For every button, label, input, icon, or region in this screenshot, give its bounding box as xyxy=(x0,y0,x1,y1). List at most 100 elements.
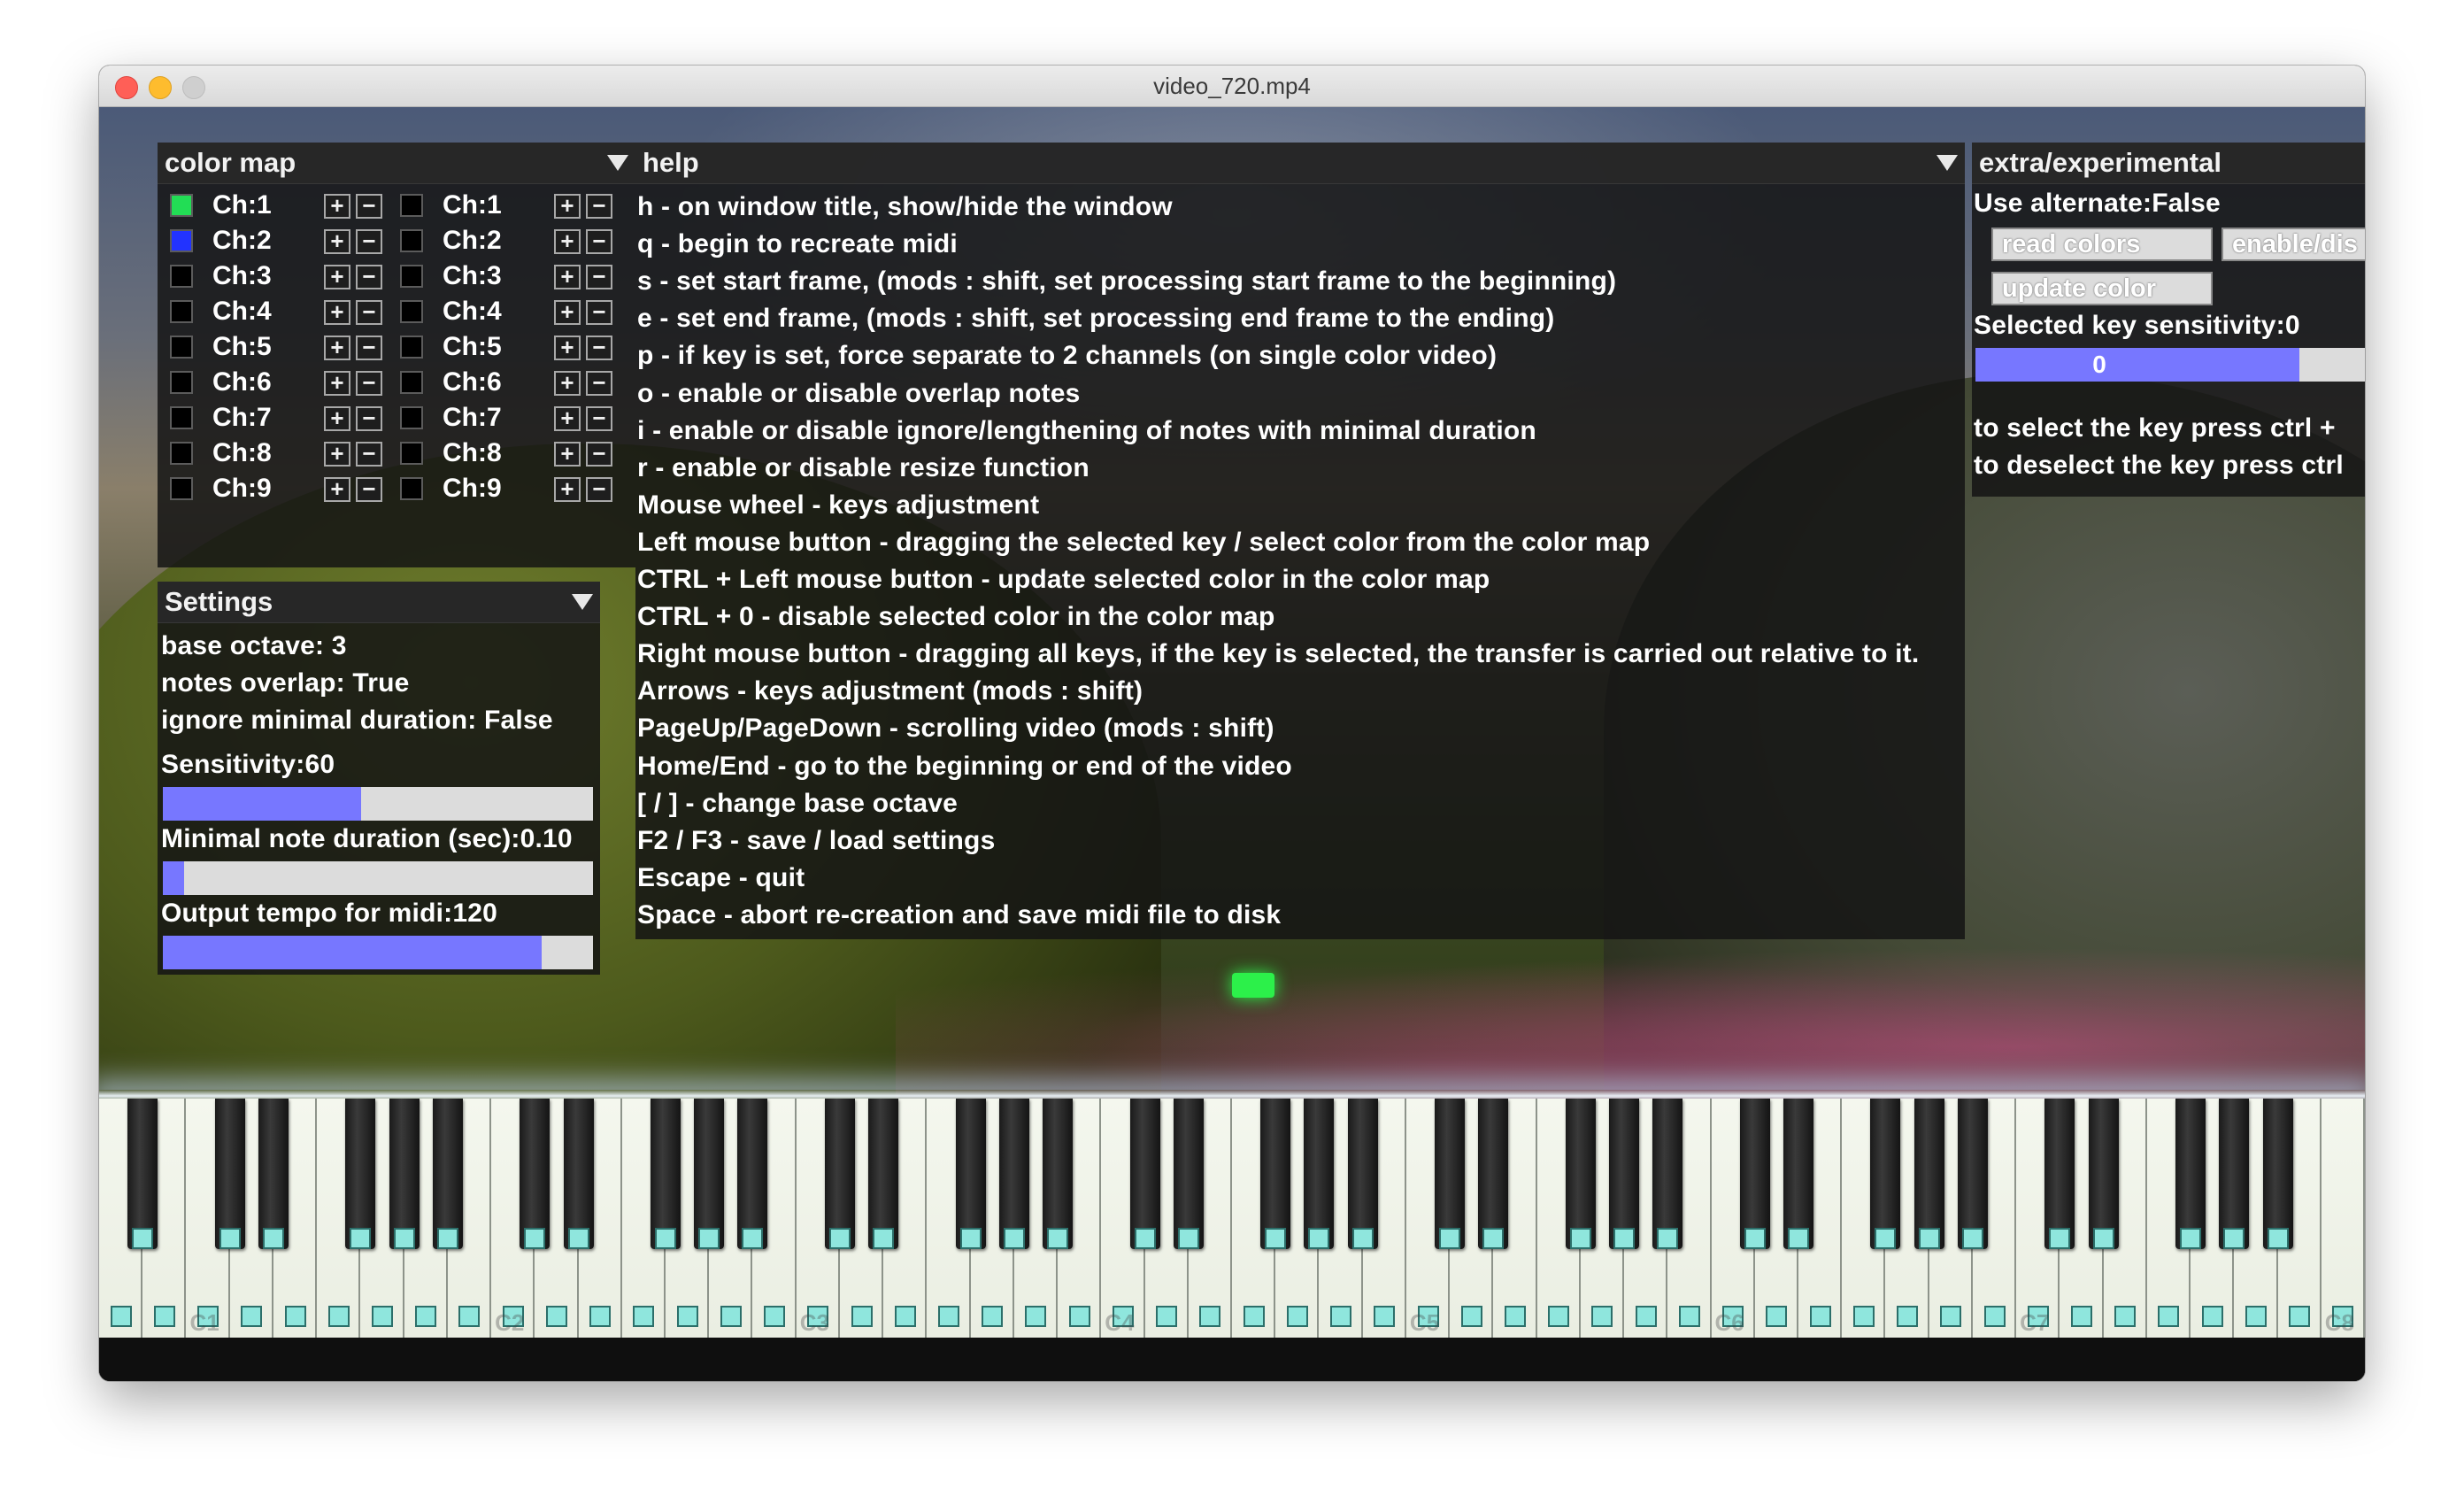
black-key-marker[interactable] xyxy=(219,1228,241,1249)
white-key-marker[interactable] xyxy=(1940,1306,1962,1327)
white-key-marker[interactable] xyxy=(458,1306,481,1327)
white-key-marker[interactable] xyxy=(1374,1306,1396,1327)
tempo-slider[interactable] xyxy=(163,936,593,969)
black-key-marker[interactable] xyxy=(959,1228,982,1249)
update-color-button[interactable]: update color xyxy=(1991,272,2213,305)
channel-color-swatch[interactable] xyxy=(170,300,193,323)
key-sensitivity-slider[interactable]: 0 xyxy=(1975,348,2365,382)
black-key-marker[interactable] xyxy=(262,1228,284,1249)
black-key-marker[interactable] xyxy=(1134,1228,1156,1249)
white-key-marker[interactable] xyxy=(1809,1306,1831,1327)
black-key-marker[interactable] xyxy=(1569,1228,1591,1249)
white-key-marker[interactable] xyxy=(982,1306,1004,1327)
channel-plus-button[interactable]: + xyxy=(324,229,350,254)
black-key[interactable] xyxy=(1870,1099,1901,1249)
channel-plus-button[interactable]: + xyxy=(554,194,581,219)
white-key-marker[interactable] xyxy=(1156,1306,1178,1327)
black-key-marker[interactable] xyxy=(1482,1228,1505,1249)
channel-minus-button[interactable]: − xyxy=(356,406,382,431)
channel-color-swatch[interactable] xyxy=(170,265,193,288)
channel-minus-button[interactable]: − xyxy=(356,442,382,467)
channel-color-swatch[interactable] xyxy=(170,371,193,394)
white-key-marker[interactable] xyxy=(720,1306,742,1327)
settings-header[interactable]: Settings xyxy=(158,582,600,623)
channel-color-swatch[interactable] xyxy=(400,371,423,394)
channel-plus-button[interactable]: + xyxy=(554,336,581,360)
white-key-marker[interactable] xyxy=(2158,1306,2180,1327)
white-key-marker[interactable] xyxy=(415,1306,437,1327)
black-key[interactable] xyxy=(432,1099,463,1249)
channel-minus-button[interactable]: − xyxy=(586,194,612,219)
white-key-marker[interactable] xyxy=(2245,1306,2267,1327)
channel-color-swatch[interactable] xyxy=(170,406,193,429)
white-key-marker[interactable] xyxy=(1068,1306,1090,1327)
black-key[interactable] xyxy=(1129,1099,1160,1249)
black-key-marker[interactable] xyxy=(1657,1228,1679,1249)
black-key[interactable] xyxy=(1652,1099,1683,1249)
white-key-marker[interactable] xyxy=(1897,1306,1919,1327)
black-key[interactable] xyxy=(2262,1099,2293,1249)
channel-minus-button[interactable]: − xyxy=(356,371,382,396)
collapse-icon[interactable] xyxy=(572,594,593,610)
black-key-marker[interactable] xyxy=(655,1228,676,1249)
black-key[interactable] xyxy=(694,1099,725,1249)
channel-plus-button[interactable]: + xyxy=(324,442,350,467)
channel-minus-button[interactable]: − xyxy=(586,442,612,467)
black-key[interactable] xyxy=(1783,1099,1813,1249)
white-key-marker[interactable] xyxy=(2114,1306,2137,1327)
white-key-marker[interactable] xyxy=(1330,1306,1352,1327)
white-key-marker[interactable] xyxy=(589,1306,612,1327)
channel-minus-button[interactable]: − xyxy=(586,265,612,289)
channel-plus-button[interactable]: + xyxy=(324,477,350,502)
channel-plus-button[interactable]: + xyxy=(324,265,350,289)
black-key[interactable] xyxy=(1739,1099,1770,1249)
channel-plus-button[interactable]: + xyxy=(554,477,581,502)
white-key-marker[interactable] xyxy=(1460,1306,1482,1327)
color-map-header[interactable]: color map xyxy=(158,143,635,184)
black-key-marker[interactable] xyxy=(524,1228,546,1249)
channel-minus-button[interactable]: − xyxy=(356,300,382,325)
white-key-marker[interactable] xyxy=(676,1306,698,1327)
channel-minus-button[interactable]: − xyxy=(586,300,612,325)
black-key-marker[interactable] xyxy=(1047,1228,1069,1249)
channel-plus-button[interactable]: + xyxy=(324,336,350,360)
black-key-marker[interactable] xyxy=(1177,1228,1199,1249)
white-key-marker[interactable] xyxy=(110,1306,132,1327)
black-key[interactable] xyxy=(651,1099,681,1249)
channel-plus-button[interactable]: + xyxy=(324,300,350,325)
channel-color-swatch[interactable] xyxy=(400,194,423,217)
black-key[interactable] xyxy=(737,1099,768,1249)
white-key-marker[interactable] xyxy=(894,1306,916,1327)
black-key-marker[interactable] xyxy=(436,1228,458,1249)
white-key[interactable] xyxy=(2321,1099,2365,1338)
black-key-marker[interactable] xyxy=(1961,1228,1983,1249)
channel-plus-button[interactable]: + xyxy=(554,442,581,467)
black-key[interactable] xyxy=(1609,1099,1640,1249)
black-key-marker[interactable] xyxy=(1308,1228,1330,1249)
white-key-marker[interactable] xyxy=(938,1306,959,1327)
channel-minus-button[interactable]: − xyxy=(586,477,612,502)
black-key[interactable] xyxy=(955,1099,986,1249)
white-key-marker[interactable] xyxy=(851,1306,873,1327)
channel-plus-button[interactable]: + xyxy=(554,300,581,325)
white-key-marker[interactable] xyxy=(1243,1306,1265,1327)
white-key-marker[interactable] xyxy=(1678,1306,1700,1327)
channel-minus-button[interactable]: − xyxy=(356,477,382,502)
black-key[interactable] xyxy=(520,1099,551,1249)
sensitivity-slider[interactable] xyxy=(163,787,593,821)
white-key-marker[interactable] xyxy=(1505,1306,1526,1327)
video-canvas[interactable]: color map Ch:1 + − Ch:2 + − Ch:3 + − Ch:4 + − Ch:5 + −… xyxy=(99,107,2365,1381)
channel-plus-button[interactable]: + xyxy=(324,406,350,431)
black-key-marker[interactable] xyxy=(1918,1228,1940,1249)
channel-minus-button[interactable]: − xyxy=(586,371,612,396)
white-key-marker[interactable] xyxy=(1635,1306,1657,1327)
white-key-marker[interactable] xyxy=(2071,1306,2092,1327)
channel-minus-button[interactable]: − xyxy=(356,336,382,360)
channel-minus-button[interactable]: − xyxy=(356,194,382,219)
channel-plus-button[interactable]: + xyxy=(554,229,581,254)
black-key[interactable] xyxy=(2044,1099,2075,1249)
white-key-marker[interactable] xyxy=(1983,1306,2006,1327)
extra-header[interactable]: extra/experimental xyxy=(1972,143,2365,184)
channel-minus-button[interactable]: − xyxy=(586,406,612,431)
black-key-marker[interactable] xyxy=(873,1228,895,1249)
